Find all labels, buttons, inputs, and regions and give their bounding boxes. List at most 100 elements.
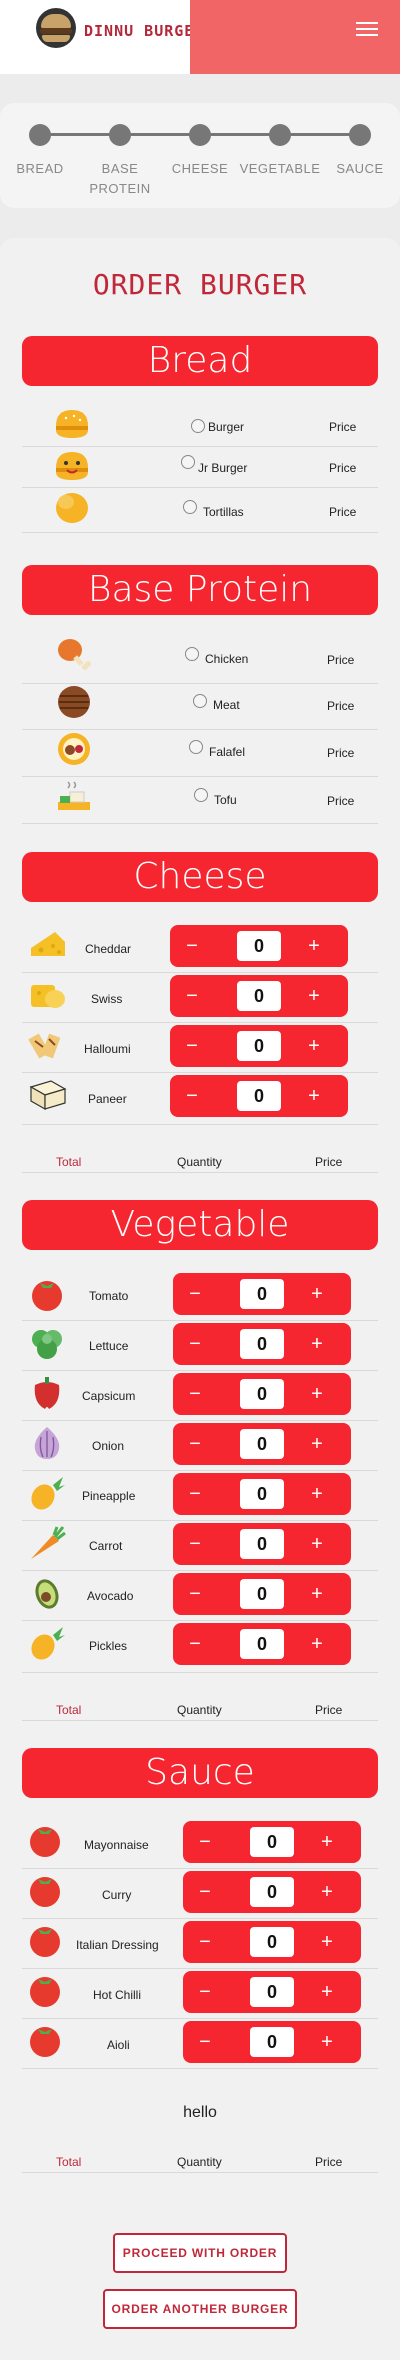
order-another-burger-button[interactable]: ORDER ANOTHER BURGER (103, 2289, 297, 2329)
quantity-input[interactable]: 0 (237, 1081, 281, 1111)
step-base-protein[interactable]: BASE PROTEIN (80, 124, 160, 199)
decrement-button[interactable]: − (175, 1473, 215, 1515)
divider (22, 1172, 378, 1173)
quantity-input[interactable]: 0 (240, 1329, 284, 1359)
cheese-price-label: Price (315, 1155, 343, 1169)
radio-chicken[interactable] (185, 647, 199, 661)
cheese-quantity-label: Quantity (177, 1155, 222, 1169)
increment-button[interactable]: + (297, 1323, 337, 1365)
quantity-input[interactable]: 0 (240, 1279, 284, 1309)
step-dot-icon (269, 124, 291, 146)
quantity-input[interactable]: 0 (240, 1579, 284, 1609)
decrement-button[interactable]: − (172, 1025, 212, 1067)
increment-button[interactable]: + (297, 1473, 337, 1515)
tomato-icon (30, 1827, 60, 1857)
step-bread[interactable]: BREAD (0, 124, 85, 179)
decrement-button[interactable]: − (175, 1323, 215, 1365)
quantity-input[interactable]: 0 (250, 1927, 294, 1957)
decrement-button[interactable]: − (175, 1373, 215, 1415)
tofu-icon (58, 781, 90, 810)
quantity-input[interactable]: 0 (250, 1977, 294, 2007)
increment-button[interactable]: + (294, 1075, 334, 1117)
decrement-button[interactable]: − (175, 1423, 215, 1465)
quantity-input[interactable]: 0 (240, 1529, 284, 1559)
step-cheese[interactable]: CHEESE (155, 124, 245, 179)
increment-button[interactable]: + (297, 1623, 337, 1665)
divider (22, 1072, 378, 1073)
divider (22, 823, 378, 824)
sauce-total-label: Total (56, 2155, 82, 2169)
quantity-stepper-halloumi: − 0 + (170, 1025, 348, 1067)
quantity-input[interactable]: 0 (237, 981, 281, 1011)
increment-button[interactable]: + (307, 1971, 347, 2013)
decrement-button[interactable]: − (185, 1871, 225, 1913)
step-dot-icon (29, 124, 51, 146)
decrement-button[interactable]: − (172, 975, 212, 1017)
divider (22, 1370, 378, 1371)
decrement-button[interactable]: − (185, 1971, 225, 2013)
increment-button[interactable]: + (297, 1423, 337, 1465)
decrement-button[interactable]: − (175, 1523, 215, 1565)
increment-button[interactable]: + (307, 1921, 347, 1963)
cheese-total-label: Total (56, 1155, 82, 1169)
increment-button[interactable]: + (307, 2021, 347, 2063)
divider (22, 446, 378, 447)
decrement-button[interactable]: − (185, 1921, 225, 1963)
divider (22, 1720, 378, 1721)
vegetable-quantity-label: Quantity (177, 1703, 222, 1717)
tomato-icon (30, 2027, 60, 2057)
decrement-button[interactable]: − (175, 1273, 215, 1315)
pineapple-icon (31, 1477, 65, 1510)
quantity-input[interactable]: 0 (240, 1479, 284, 1509)
sauce-price-label: Price (315, 2155, 343, 2169)
order-note: hello (183, 2104, 217, 2121)
divider (22, 729, 378, 730)
increment-button[interactable]: + (307, 1871, 347, 1913)
increment-button[interactable]: + (307, 1821, 347, 1863)
step-sauce[interactable]: SAUCE (315, 124, 400, 179)
radio-falafel[interactable] (189, 740, 203, 754)
logo-icon[interactable] (36, 8, 76, 48)
decrement-button[interactable]: − (175, 1573, 215, 1615)
quantity-stepper-curry: − 0 + (183, 1871, 361, 1913)
section-title-vegetable: Vegetable (22, 1200, 378, 1250)
capsicum-icon (34, 1377, 60, 1409)
decrement-button[interactable]: − (172, 1075, 212, 1117)
divider (22, 1672, 378, 1673)
quantity-stepper-capsicum: − 0 + (173, 1373, 351, 1415)
vegetable-price-label: Price (315, 1703, 343, 1717)
brand-name[interactable]: DINNU BURGER (84, 22, 204, 40)
quantity-input[interactable]: 0 (240, 1429, 284, 1459)
quantity-input[interactable]: 0 (237, 931, 281, 961)
increment-button[interactable]: + (297, 1573, 337, 1615)
increment-button[interactable]: + (294, 925, 334, 967)
increment-button[interactable]: + (294, 1025, 334, 1067)
radio-burger[interactable] (191, 419, 205, 433)
decrement-button[interactable]: − (175, 1623, 215, 1665)
increment-button[interactable]: + (297, 1523, 337, 1565)
quantity-input[interactable]: 0 (240, 1629, 284, 1659)
proceed-with-order-button[interactable]: PROCEED WITH ORDER (113, 2233, 287, 2273)
step-vegetable[interactable]: VEGETABLE (235, 124, 325, 179)
quantity-input[interactable]: 0 (240, 1379, 284, 1409)
increment-button[interactable]: + (294, 975, 334, 1017)
menu-icon[interactable] (356, 18, 378, 40)
quantity-input[interactable]: 0 (237, 1031, 281, 1061)
cheddar-icon (31, 932, 65, 956)
radio-meat[interactable] (193, 694, 207, 708)
radio-tofu[interactable] (194, 788, 208, 802)
increment-button[interactable]: + (297, 1273, 337, 1315)
increment-button[interactable]: + (297, 1373, 337, 1415)
radio-tortillas[interactable] (183, 500, 197, 514)
radio-jr-burger[interactable] (181, 455, 195, 469)
decrement-button[interactable]: − (172, 925, 212, 967)
halloumi-icon (28, 1033, 61, 1059)
quantity-input[interactable]: 0 (250, 2027, 294, 2057)
quantity-input[interactable]: 0 (250, 1827, 294, 1857)
quantity-input[interactable]: 0 (250, 1877, 294, 1907)
decrement-button[interactable]: − (185, 2021, 225, 2063)
decrement-button[interactable]: − (185, 1821, 225, 1863)
divider (22, 1520, 378, 1521)
quantity-stepper-italian-dressing: − 0 + (183, 1921, 361, 1963)
quantity-stepper-mayonnaise: − 0 + (183, 1821, 361, 1863)
